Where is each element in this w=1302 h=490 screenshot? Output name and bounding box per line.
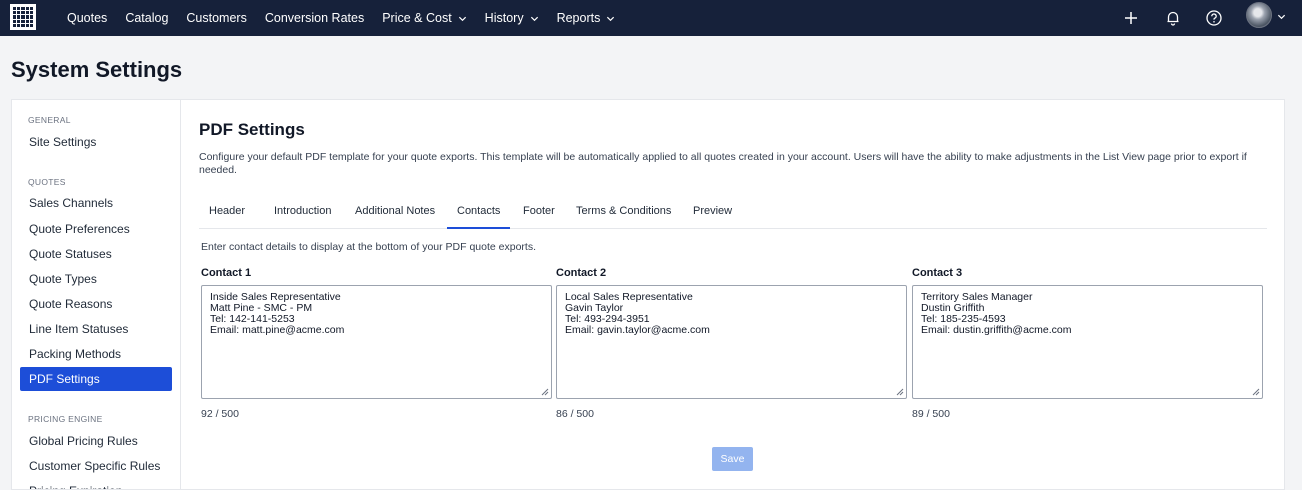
- contacts-intro-text: Enter contact details to display at the …: [201, 241, 537, 253]
- contact-2-group: Contact 2 Local Sales Representative Gav…: [556, 267, 907, 420]
- nav-item-history[interactable]: History: [485, 11, 539, 25]
- sidebar-item-quote-types[interactable]: Quote Types: [20, 267, 172, 291]
- nav-item-conversion-rates[interactable]: Conversion Rates: [265, 11, 364, 25]
- app-grid-icon[interactable]: [10, 4, 36, 30]
- section-title: PDF Settings: [199, 120, 305, 139]
- contact-3-label: Contact 3: [912, 267, 963, 279]
- contact-3-textarea[interactable]: Territory Sales Manager Dustin Griffith …: [912, 285, 1263, 399]
- tab-header[interactable]: Header: [199, 199, 255, 229]
- nav-item-reports[interactable]: Reports: [557, 11, 616, 25]
- contact-1-textarea[interactable]: Inside Sales Representative Matt Pine - …: [201, 285, 552, 399]
- nav-item-label: History: [484, 11, 524, 25]
- nav-item-quotes[interactable]: Quotes: [67, 11, 107, 25]
- sidebar-section-quotes: QUOTES: [28, 177, 66, 187]
- chevron-down-icon[interactable]: [1277, 12, 1286, 21]
- contact-3-group: Contact 3 Territory Sales Manager Dustin…: [912, 267, 1263, 420]
- contact-line: Email: matt.pine@acme.com: [210, 324, 345, 336]
- chevron-down-icon: [530, 16, 538, 21]
- pdf-settings-tabs: Header Introduction Additional Notes Con…: [199, 199, 1267, 229]
- sidebar-section-pricing-engine: PRICING ENGINE: [28, 414, 103, 424]
- sidebar-item-customer-specific-rules[interactable]: Customer Specific Rules: [20, 454, 172, 478]
- contact-3-char-count: 89 / 500: [912, 408, 950, 420]
- chevron-down-icon: [607, 16, 615, 21]
- tab-contacts[interactable]: Contacts: [447, 199, 511, 229]
- nav-item-label: Price & Cost: [382, 11, 452, 25]
- contact-2-textarea[interactable]: Local Sales Representative Gavin Taylor …: [556, 285, 907, 399]
- sidebar-item-line-item-statuses[interactable]: Line Item Statuses: [20, 317, 172, 341]
- nav-item-label: Catalog: [125, 11, 169, 25]
- nav-item-customers[interactable]: Customers: [186, 11, 246, 25]
- sidebar-item-pricing-expiration[interactable]: Pricing Expiration: [20, 479, 172, 489]
- avatar[interactable]: [1246, 2, 1272, 28]
- nav-item-label: Quotes: [67, 11, 108, 25]
- contact-2-char-count: 86 / 500: [556, 408, 594, 420]
- resize-handle-icon[interactable]: [1252, 388, 1260, 396]
- tab-additional-notes[interactable]: Additional Notes: [345, 199, 445, 229]
- sidebar-item-packing-methods[interactable]: Packing Methods: [20, 342, 172, 366]
- contact-1-label: Contact 1: [201, 267, 252, 279]
- tab-preview[interactable]: Preview: [683, 199, 742, 229]
- nav-item-catalog[interactable]: Catalog: [125, 11, 168, 25]
- plus-icon[interactable]: [1122, 9, 1140, 27]
- resize-handle-icon[interactable]: [541, 388, 549, 396]
- sidebar-item-global-pricing-rules[interactable]: Global Pricing Rules: [20, 429, 172, 453]
- sidebar-section-general: GENERAL: [28, 115, 71, 125]
- resize-handle-icon[interactable]: [896, 388, 904, 396]
- sidebar-item-sales-channels[interactable]: Sales Channels: [20, 191, 172, 215]
- contact-1-char-count: 92 / 500: [201, 408, 239, 420]
- sidebar-item-pdf-settings[interactable]: PDF Settings: [20, 367, 172, 391]
- section-description: Configure your default PDF template for …: [199, 151, 1247, 176]
- sidebar-item-quote-preferences[interactable]: Quote Preferences: [20, 217, 172, 241]
- sidebar-item-site-settings[interactable]: Site Settings: [20, 130, 172, 154]
- nav-item-price-cost[interactable]: Price & Cost: [382, 11, 466, 25]
- save-button[interactable]: Save: [712, 447, 753, 471]
- contact-2-label: Contact 2: [556, 267, 607, 279]
- contact-line: Email: gavin.taylor@acme.com: [565, 324, 710, 336]
- contact-line: Email: dustin.griffith@acme.com: [921, 324, 1072, 336]
- sidebar-item-quote-statuses[interactable]: Quote Statuses: [20, 242, 172, 266]
- nav-item-label: Conversion Rates: [264, 11, 365, 25]
- nav-item-label: Customers: [186, 11, 247, 25]
- chevron-down-icon: [458, 16, 466, 21]
- help-icon[interactable]: [1205, 9, 1223, 27]
- bell-icon[interactable]: [1164, 9, 1182, 27]
- top-navbar: Quotes Catalog Customers Conversion Rate…: [0, 0, 1302, 36]
- page-title: System Settings: [11, 57, 183, 82]
- settings-sidebar: GENERAL Site Settings QUOTES Sales Chann…: [11, 99, 180, 490]
- tab-footer[interactable]: Footer: [513, 199, 565, 229]
- main-nav: Quotes Catalog Customers Conversion Rate…: [67, 0, 633, 36]
- tab-introduction[interactable]: Introduction: [264, 199, 341, 229]
- nav-item-label: Reports: [556, 11, 601, 25]
- pdf-settings-panel: PDF Settings Configure your default PDF …: [180, 99, 1285, 490]
- tab-terms-conditions[interactable]: Terms & Conditions: [566, 199, 681, 229]
- sidebar-item-quote-reasons[interactable]: Quote Reasons: [20, 292, 172, 316]
- contact-1-group: Contact 1 Inside Sales Representative Ma…: [201, 267, 552, 420]
